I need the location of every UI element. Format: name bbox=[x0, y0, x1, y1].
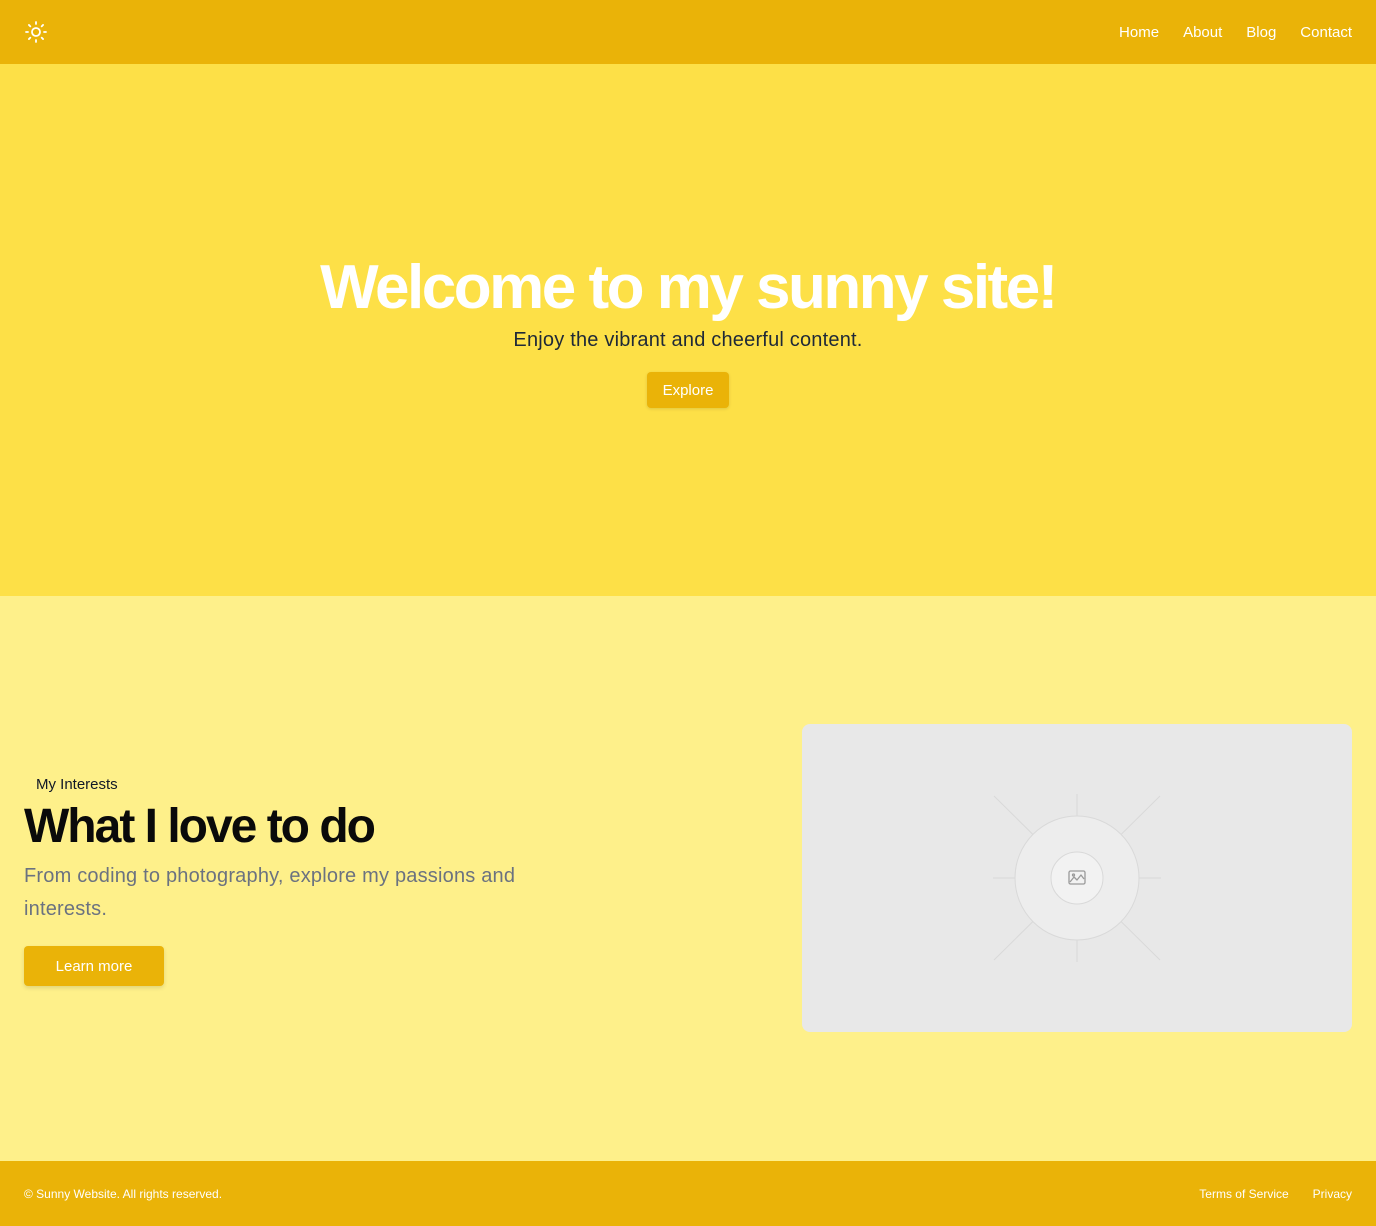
sun-icon[interactable] bbox=[24, 20, 48, 44]
interests-text: My Interests What I love to do From codi… bbox=[24, 774, 584, 987]
explore-button[interactable]: Explore bbox=[646, 372, 730, 409]
nav-about-link[interactable]: About bbox=[1183, 24, 1222, 41]
hero-section: Welcome to my sunny site! Enjoy the vibr… bbox=[0, 64, 1376, 596]
main-nav: Home About Blog Contact bbox=[1119, 24, 1352, 41]
image-placeholder bbox=[802, 724, 1352, 1032]
terms-of-service-link[interactable]: Terms of Service bbox=[1199, 1187, 1288, 1201]
privacy-link[interactable]: Privacy bbox=[1313, 1187, 1352, 1201]
footer-links: Terms of Service Privacy bbox=[1199, 1187, 1352, 1201]
image-placeholder-icon bbox=[993, 794, 1161, 962]
section-title: What I love to do bbox=[24, 800, 376, 853]
hero-title: Welcome to my sunny site! bbox=[320, 252, 1058, 322]
copyright-text: © Sunny Website. All rights reserved. bbox=[24, 1186, 223, 1201]
nav-home-link[interactable]: Home bbox=[1119, 24, 1159, 41]
interests-section: My Interests What I love to do From codi… bbox=[0, 596, 1376, 1161]
site-header: Home About Blog Contact bbox=[0, 0, 1376, 64]
section-description: From coding to photography, explore my p… bbox=[24, 865, 516, 921]
learn-more-button[interactable]: Learn more bbox=[24, 946, 164, 987]
hero-subtitle: Enjoy the vibrant and cheerful content. bbox=[513, 329, 863, 352]
nav-blog-link[interactable]: Blog bbox=[1246, 24, 1276, 41]
site-footer: © Sunny Website. All rights reserved. Te… bbox=[0, 1161, 1376, 1226]
nav-contact-link[interactable]: Contact bbox=[1300, 24, 1352, 41]
section-tag: My Interests bbox=[36, 776, 118, 793]
